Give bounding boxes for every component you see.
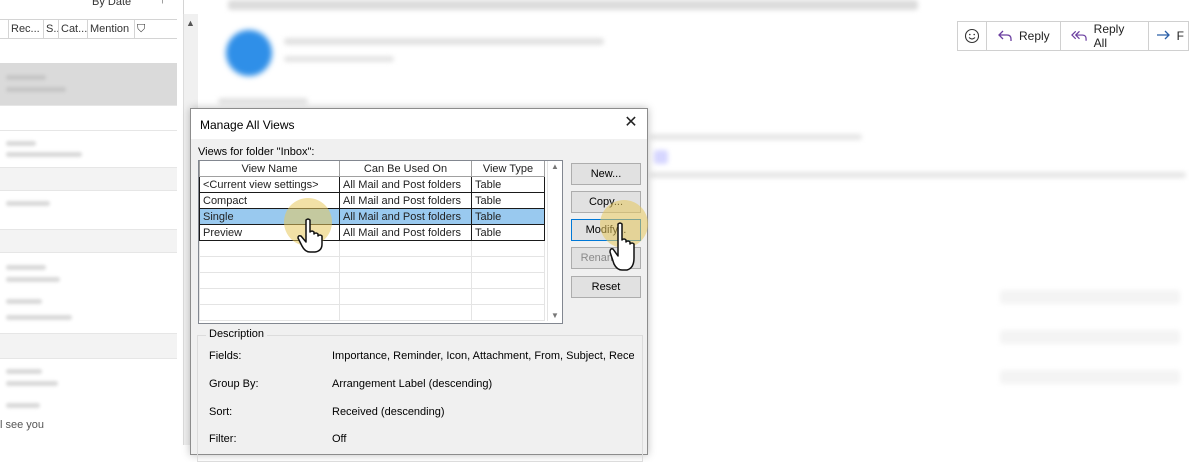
hand-cursor-icon (609, 222, 635, 271)
table-row[interactable]: Preview All Mail and Post folders Table (199, 224, 545, 241)
views-table: View Name Can Be Used On View Type <Curr… (198, 160, 563, 324)
reset-view-button[interactable]: Reset (571, 276, 641, 298)
table-row-selected[interactable]: Single All Mail and Post folders Table (199, 208, 545, 225)
hand-cursor-icon (297, 218, 323, 253)
reply-all-arrow-icon (1070, 30, 1087, 41)
list-item[interactable] (0, 191, 177, 230)
scroll-up-arrow-icon[interactable]: ▲ (551, 162, 559, 171)
reply-button[interactable]: Reply (987, 22, 1061, 50)
sort-by-date-button[interactable]: By Date (92, 0, 131, 8)
views-for-folder-label: Views for folder "Inbox": (198, 146, 315, 158)
body-line-blurred (650, 134, 862, 140)
view-type-cell: Table (471, 208, 545, 225)
body-mark-blurred (654, 150, 668, 164)
reply-all-label: Reply All (1093, 22, 1125, 50)
table-row[interactable]: Compact All Mail and Post folders Table (199, 192, 545, 209)
view-type-cell: Table (471, 176, 545, 193)
emoji-button[interactable] (958, 22, 987, 50)
sort-value: Received (descending) (332, 406, 445, 418)
list-item[interactable] (0, 253, 177, 334)
message-list: By Date ↑ Rec... S... Cat... Mention ⛉ l… (0, 0, 184, 445)
reply-label: Reply (1019, 29, 1050, 43)
empty-row (199, 256, 545, 273)
list-item[interactable]: l see you (0, 359, 177, 445)
sender-line-blurred (284, 38, 604, 45)
column-header-size[interactable]: S... (44, 20, 59, 38)
group-by-value: Arrangement Label (descending) (332, 378, 493, 390)
reply-arrow-icon (998, 30, 1012, 41)
message-action-toolbar: Reply Reply All F (957, 21, 1189, 51)
subject-line-blurred (228, 0, 918, 10)
filter-icon[interactable]: ⛉ (135, 20, 161, 38)
manage-all-views-dialog: Manage All Views ✕ Views for folder "Inb… (190, 108, 648, 462)
table-row[interactable]: <Current view settings> All Mail and Pos… (199, 176, 545, 193)
filter-value: Off (332, 433, 347, 445)
recipient-line-blurred (284, 56, 394, 62)
description-legend: Description (206, 328, 268, 340)
message-list-column-header: Rec... S... Cat... Mention ⛉ (0, 19, 177, 39)
sender-avatar (226, 30, 272, 76)
sort-order-icon[interactable]: ↑ (160, 0, 166, 6)
smiley-icon (964, 28, 980, 44)
body-line-blurred (650, 172, 1186, 178)
fields-label: Fields: (209, 350, 242, 362)
column-header-view-type[interactable]: View Type (471, 161, 545, 177)
forward-arrow-icon (1156, 30, 1170, 40)
scroll-up-arrow-icon[interactable]: ▲ (186, 18, 195, 28)
column-header-view-name[interactable]: View Name (199, 161, 340, 177)
description-group: Description Fields: Importance, Reminder… (197, 328, 643, 462)
filter-label: Filter: (209, 433, 237, 445)
column-header-mention[interactable]: Mention (88, 20, 135, 38)
column-header-can-be-used-on[interactable]: Can Be Used On (339, 161, 472, 177)
views-table-scrollbar[interactable]: ▲ ▼ (547, 161, 562, 321)
forward-label: F (1176, 29, 1184, 43)
view-type-cell: Table (471, 224, 545, 241)
list-item[interactable] (0, 63, 177, 106)
used-on-cell: All Mail and Post folders (339, 176, 472, 193)
reply-all-button[interactable]: Reply All (1061, 22, 1149, 50)
view-name-cell: <Current view settings> (199, 176, 340, 193)
empty-row (199, 288, 545, 305)
used-on-cell: All Mail and Post folders (339, 208, 472, 225)
body-block-blurred (1000, 290, 1180, 304)
list-item[interactable] (0, 230, 177, 253)
dialog-titlebar[interactable]: Manage All Views ✕ (191, 109, 647, 139)
views-table-header: View Name Can Be Used On View Type (199, 161, 545, 177)
used-on-cell: All Mail and Post folders (339, 192, 472, 209)
body-block-blurred (1000, 330, 1180, 344)
list-item[interactable] (0, 131, 177, 168)
message-snippet: l see you (0, 419, 45, 431)
sort-label: Sort: (209, 406, 233, 418)
dialog-title: Manage All Views (200, 118, 295, 132)
body-line-blurred (218, 98, 308, 104)
list-item[interactable] (0, 168, 177, 191)
scroll-down-arrow-icon[interactable]: ▼ (551, 311, 559, 320)
close-icon[interactable]: ✕ (622, 114, 640, 132)
fields-value: Importance, Reminder, Icon, Attachment, … (332, 350, 634, 362)
view-type-cell: Table (471, 192, 545, 209)
column-header-blank (0, 20, 9, 38)
column-header-category[interactable]: Cat... (59, 20, 88, 38)
body-block-blurred (1000, 370, 1180, 384)
column-header-received[interactable]: Rec... (9, 20, 44, 38)
list-item[interactable] (0, 106, 177, 131)
group-by-label: Group By: (209, 378, 259, 390)
forward-button[interactable]: F (1149, 22, 1188, 50)
list-item[interactable] (0, 334, 177, 359)
empty-row (199, 272, 545, 289)
empty-row (199, 240, 545, 257)
used-on-cell: All Mail and Post folders (339, 224, 472, 241)
new-view-button[interactable]: New... (571, 163, 641, 185)
empty-row (199, 304, 545, 321)
